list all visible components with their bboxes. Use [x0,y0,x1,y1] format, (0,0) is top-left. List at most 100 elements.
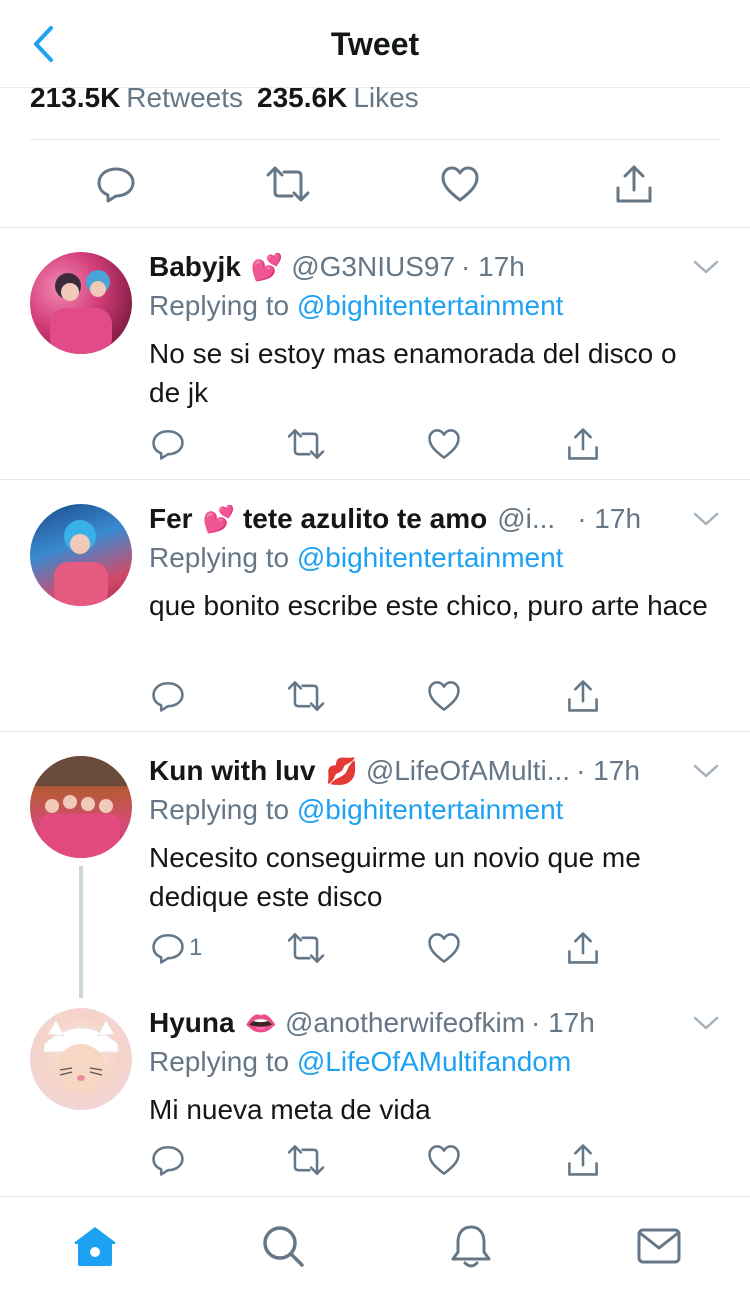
home-icon [74,1227,116,1266]
share-button[interactable] [566,928,600,968]
share-button[interactable] [566,676,600,716]
kiss-mark-emoji: 💋 [325,756,358,786]
reply-tweet[interactable]: Babyjk 💕 @G3NIUS97 · 17h Replying to @bi… [0,229,750,480]
share-button[interactable] [566,424,600,464]
user-handle[interactable]: @LifeOfAMulti... [366,755,570,787]
more-options-button[interactable] [692,1009,720,1037]
tab-search[interactable] [258,1221,308,1271]
tweet-text: Necesito conseguirme un novio que me ded… [149,842,641,912]
user-handle[interactable]: @i... [497,503,555,535]
share-button[interactable] [612,162,656,206]
retweet-button[interactable] [287,928,325,968]
reply-header: Babyjk 💕 @G3NIUS97 · 17h [149,251,670,285]
reply-tweet[interactable]: Hyuna 👄 @anotherwifeofkim · 17h Replying… [0,985,750,1196]
tweet-actions [149,676,609,716]
retweet-icon [287,933,325,963]
likes-label[interactable]: Likes [353,82,418,113]
like-button[interactable] [438,162,482,206]
tweet-actions [149,424,609,464]
reply-button[interactable]: 1 [151,928,202,968]
lips-emoji: 👄 [244,1008,277,1038]
reply-header: Kun with luv 💋 @LifeOfAMulti... · 17h [149,755,670,789]
share-icon [568,932,598,964]
tab-notifications[interactable] [446,1221,496,1271]
retweets-count[interactable]: 213.5K [30,82,120,113]
share-button[interactable] [566,1140,600,1180]
display-name[interactable]: Kun with luv [149,755,315,787]
like-icon [428,681,460,711]
retweet-button[interactable] [287,424,325,464]
main-tweet-actions [0,140,750,228]
like-icon [441,166,479,202]
chevron-down-icon [693,1016,719,1030]
display-name[interactable]: Hyuna [149,1007,235,1039]
tab-home[interactable] [70,1221,120,1271]
replying-to: Replying to @bighitentertainment [149,794,564,825]
bell-icon [451,1225,491,1268]
retweet-button[interactable] [287,1140,325,1180]
retweets-label[interactable]: Retweets [126,82,243,113]
more-options-button[interactable] [692,253,720,281]
display-name[interactable]: Babyjk [149,251,241,283]
reply-button[interactable] [151,676,185,716]
reply-icon [152,681,184,712]
retweet-button[interactable] [287,676,325,716]
reply-button[interactable] [94,162,138,206]
chevron-down-icon [693,512,719,526]
display-name[interactable]: Fer [149,503,193,535]
likes-count[interactable]: 235.6K [257,82,347,113]
replying-to-handle[interactable]: @LifeOfAMultifandom [297,1046,571,1077]
reply-tweet[interactable]: Kun with luv 💋 @LifeOfAMulti... · 17h Re… [0,733,750,985]
more-options-button[interactable] [692,505,720,533]
avatar[interactable] [30,756,132,858]
user-handle[interactable]: @G3NIUS97 [291,251,455,283]
more-options-button[interactable] [692,757,720,785]
tweet-actions: 1 [149,928,609,968]
share-icon [568,428,598,460]
tweet-text: No se si estoy mas enamorada del disco o… [149,338,677,408]
replying-to-handle[interactable]: @bighitentertainment [297,794,564,825]
timestamp[interactable]: · 17h [461,251,525,283]
tweet-stats: 213.5K Retweets 235.6K Likes [30,82,433,114]
reply-button[interactable] [151,1140,185,1180]
user-handle[interactable]: @anotherwifeofkim [285,1007,525,1039]
tab-messages[interactable] [634,1221,684,1271]
chevron-down-icon [693,260,719,274]
retweet-icon [287,1145,325,1175]
share-icon [568,1144,598,1176]
mail-icon [637,1228,681,1264]
reply-icon [152,429,184,460]
timestamp[interactable]: · 17h [577,503,641,535]
reply-icon [152,933,184,964]
avatar[interactable] [30,504,132,606]
avatar[interactable] [30,252,132,354]
like-icon [428,933,460,963]
like-button[interactable] [427,424,461,464]
like-button[interactable] [427,1140,461,1180]
reply-button[interactable] [151,424,185,464]
replying-to-handle[interactable]: @bighitentertainment [297,290,564,321]
tweet-actions [149,1140,609,1180]
retweet-button[interactable] [266,162,310,206]
top-bar: Tweet [0,0,750,88]
tweet-text: Mi nueva meta de vida [149,1094,431,1125]
replying-to: Replying to @bighitentertainment [149,290,564,321]
tweet-text: que bonito escribe este chico, puro arte… [149,590,708,621]
like-icon [428,1145,460,1175]
reply-icon [152,1145,184,1176]
two-hearts-emoji: 💕 [202,504,235,534]
search-icon [263,1226,304,1267]
reply-header: Fer 💕 tete azulito te amo @i... · 17h [149,503,670,537]
like-button[interactable] [427,676,461,716]
replying-to-handle[interactable]: @bighitentertainment [297,542,564,573]
display-name-suffix[interactable]: tete azulito te amo [243,503,487,535]
avatar[interactable] [30,1008,132,1110]
reply-tweet[interactable]: Fer 💕 tete azulito te amo @i... · 17h Re… [0,481,750,732]
timestamp[interactable]: · 17h [576,755,640,787]
like-button[interactable] [427,928,461,968]
retweet-icon [287,681,325,711]
replying-to: Replying to @LifeOfAMultifandom [149,1046,572,1077]
replying-to: Replying to @bighitentertainment [149,542,564,573]
retweet-icon [266,166,310,202]
timestamp[interactable]: · 17h [531,1007,595,1039]
